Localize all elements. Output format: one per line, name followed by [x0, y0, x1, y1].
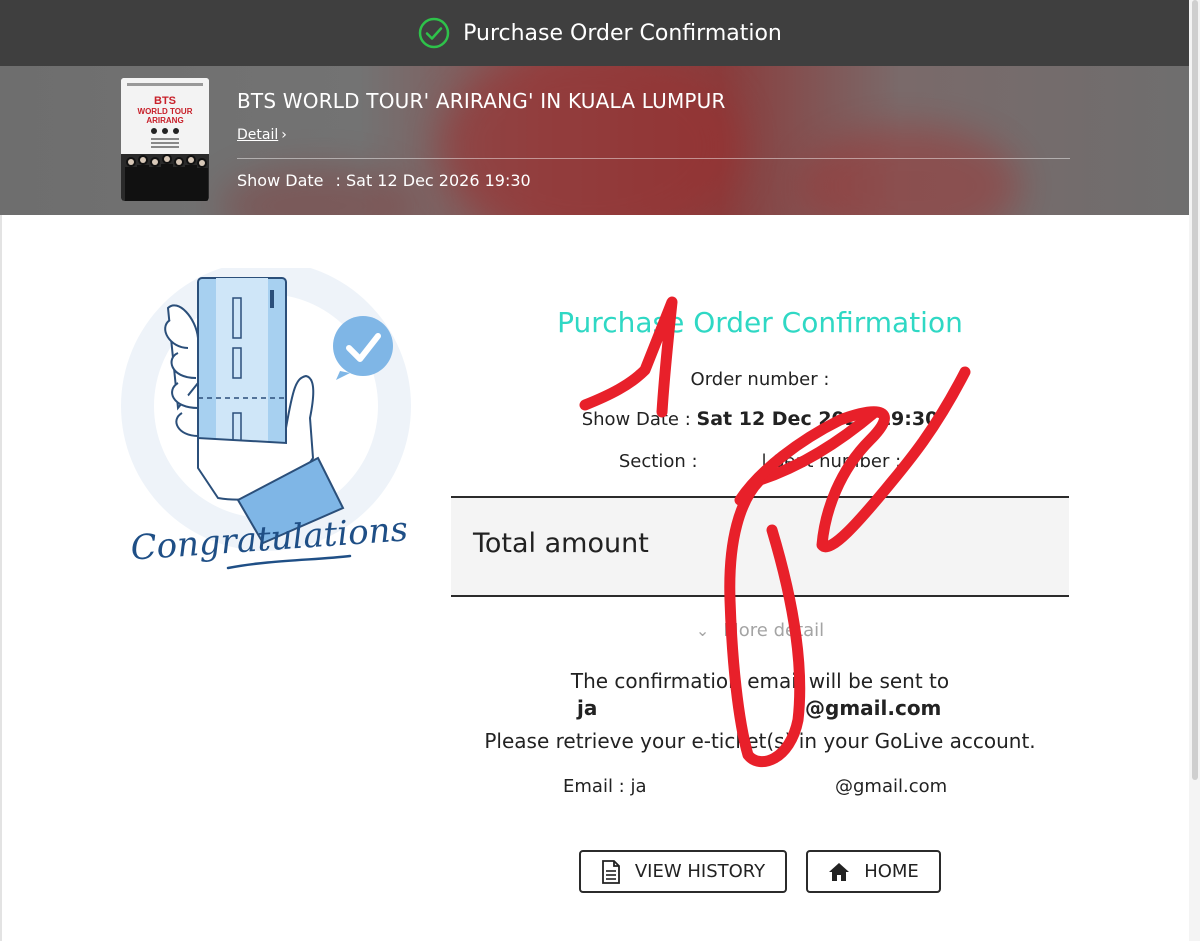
svg-text:WORLD TOUR: WORLD TOUR: [138, 107, 193, 116]
home-label[interactable]: HOME: [864, 861, 919, 882]
page-title: Purchase Order Confirmation: [463, 20, 782, 46]
event-poster[interactable]: BTS WORLD TOUR ARIRANG: [121, 78, 209, 201]
section-seat-row: Section : | Seat number :: [451, 451, 1069, 472]
event-title: BTS WORLD TOUR' ARIRANG' IN KUALA LUMPUR: [237, 89, 726, 113]
banner-divider: [237, 158, 1070, 159]
show-date-label-main: Show Date :: [581, 409, 691, 430]
email-domain-part: @gmail.com: [805, 696, 942, 720]
view-history-button[interactable]: VIEW HISTORY: [579, 850, 787, 893]
view-history-label[interactable]: VIEW HISTORY: [635, 861, 765, 882]
order-number-label: Order number :: [690, 369, 830, 390]
home-icon: [829, 862, 850, 881]
total-amount-box: Total amount: [451, 496, 1069, 597]
seat-number-label: | Seat number :: [761, 451, 902, 472]
congratulations-text: Congratulations: [129, 509, 409, 568]
scrollbar-thumb[interactable]: [1192, 0, 1198, 780]
document-icon: [601, 859, 620, 884]
total-amount-label: Total amount: [473, 528, 649, 559]
event-show-date: Show Date : Sat 12 Dec 2026 19:30: [237, 171, 531, 190]
check-circle-icon: [418, 17, 450, 49]
congratulations-illustration: Congratulations: [121, 268, 411, 570]
left-edge: [0, 215, 2, 941]
top-bar: Purchase Order Confirmation: [0, 0, 1200, 66]
chevron-down-icon: ⌄: [695, 621, 710, 640]
email-domain: @gmail.com: [835, 776, 948, 797]
email-label: Email : ja: [563, 776, 647, 797]
section-label: Section :: [618, 451, 698, 472]
svg-text:BTS: BTS: [154, 95, 176, 107]
show-date-value: : Sat 12 Dec 2026 19:30: [335, 171, 531, 190]
event-banner: BTS WORLD TOUR ARIRANG BTS WORLD TOUR' A…: [0, 66, 1200, 215]
email-row: Email : ja @gmail.com: [451, 776, 1069, 802]
home-button[interactable]: HOME: [806, 850, 941, 893]
confirmation-title: Purchase Order Confirmation: [557, 306, 963, 339]
more-detail-toggle[interactable]: ⌄ More detail: [451, 620, 1069, 641]
email-local-part: ja: [577, 696, 598, 720]
show-date-row: Show Date : Sat 12 Dec 2026 19:30: [451, 408, 1069, 430]
svg-text:ARIRANG: ARIRANG: [146, 116, 183, 125]
chevron-right-icon: ›: [281, 127, 287, 143]
page: Purchase Order Confirmation BTS WORLD TO…: [0, 0, 1200, 941]
detail-link-label[interactable]: Detail: [237, 127, 278, 143]
detail-link[interactable]: Detail ›: [237, 127, 287, 143]
order-number-row: Order number :: [451, 369, 1069, 390]
email-address-bold: ja @gmail.com: [451, 696, 1069, 726]
retrieve-notice: Please retrieve your e-ticket(s) in your…: [484, 729, 1036, 753]
more-detail-label[interactable]: More detail: [723, 620, 824, 641]
show-date-label: Show Date: [237, 171, 324, 190]
email-notice: The confirmation email will be sent to: [570, 669, 950, 693]
show-date-value-main: Sat 12 Dec 2026 19:30: [696, 408, 939, 430]
